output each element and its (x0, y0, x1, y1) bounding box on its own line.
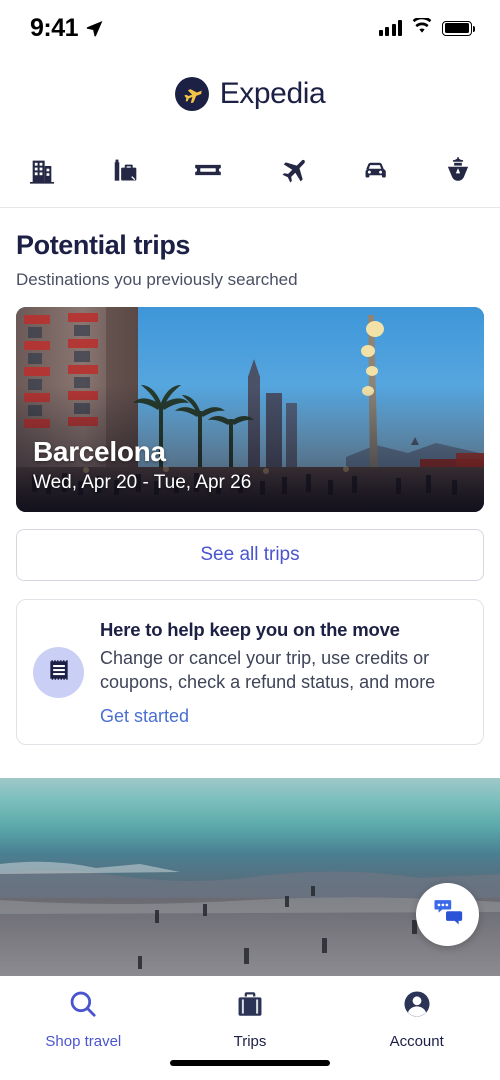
chat-fab[interactable] (416, 883, 479, 946)
brand-name: Expedia (219, 77, 326, 110)
wifi-icon (411, 16, 433, 39)
luggage-bags-icon (109, 154, 141, 186)
status-time: 9:41 (30, 13, 79, 42)
beach-ocean-photo (0, 778, 500, 976)
help-card-description: Change or cancel your trip, use credits … (100, 648, 436, 692)
suitcase-icon (234, 988, 266, 1025)
trip-city: Barcelona (33, 436, 166, 467)
lob-item-packages[interactable] (83, 132, 166, 207)
main-content: Potential trips Destinations you previou… (0, 208, 500, 976)
status-bar-left: 9:41 (30, 14, 104, 43)
help-card-body: Here to help keep you on the move Change… (100, 619, 466, 727)
tab-label-shop-travel: Shop travel (45, 1033, 122, 1050)
help-card[interactable]: Here to help keep you on the move Change… (16, 599, 484, 745)
page-title: Potential trips (16, 230, 191, 260)
trip-card-text: Barcelona Wed, Apr 20 - Tue, Apr 26 (33, 436, 468, 494)
ticket-icon (192, 154, 224, 186)
lob-item-flights[interactable] (250, 132, 333, 207)
car-icon (359, 154, 391, 186)
help-card-title: Here to help keep you on the move (100, 619, 400, 640)
lob-item-cruises[interactable] (417, 132, 500, 207)
receipt-icon (46, 657, 72, 688)
get-started-link[interactable]: Get started (100, 706, 466, 727)
lob-item-cars[interactable] (333, 132, 416, 207)
cruise-ship-icon (442, 154, 474, 186)
app-screen: 9:41 Expedia Potential trips Destination… (0, 0, 500, 1080)
chat-bubbles-icon (431, 895, 465, 934)
tab-shop-travel[interactable]: Shop travel (0, 988, 167, 1050)
tab-account[interactable]: Account (333, 988, 500, 1050)
bottom-tab-bar: Shop travel Trips Account (0, 976, 500, 1080)
trip-card-barcelona[interactable]: Barcelona Wed, Apr 20 - Tue, Apr 26 (16, 307, 484, 512)
app-header: Expedia (0, 56, 500, 132)
tab-trips[interactable]: Trips (167, 988, 334, 1050)
tab-label-account: Account (389, 1033, 444, 1050)
battery-full-icon (442, 20, 476, 36)
search-icon (67, 988, 99, 1025)
tab-label-trips: Trips (233, 1033, 267, 1050)
airplane-icon (276, 154, 308, 186)
location-arrow-icon (85, 19, 104, 38)
home-indicator (170, 1060, 330, 1066)
lob-item-hotels[interactable] (0, 132, 83, 207)
expedia-plane-logo (174, 77, 209, 111)
lob-item-things-to-do[interactable] (167, 132, 250, 207)
cellular-signal-icon (378, 20, 402, 36)
person-avatar-icon (401, 988, 433, 1025)
trip-dates: Wed, Apr 20 - Tue, Apr 26 (33, 472, 252, 493)
page-subtitle: Destinations you previously searched (16, 270, 298, 289)
hotel-building-icon (26, 154, 58, 186)
status-bar: 9:41 (0, 0, 500, 56)
help-badge (33, 647, 84, 699)
see-all-trips-button[interactable]: See all trips (16, 529, 484, 581)
status-bar-right (378, 16, 476, 39)
line-of-business-nav (0, 132, 500, 208)
